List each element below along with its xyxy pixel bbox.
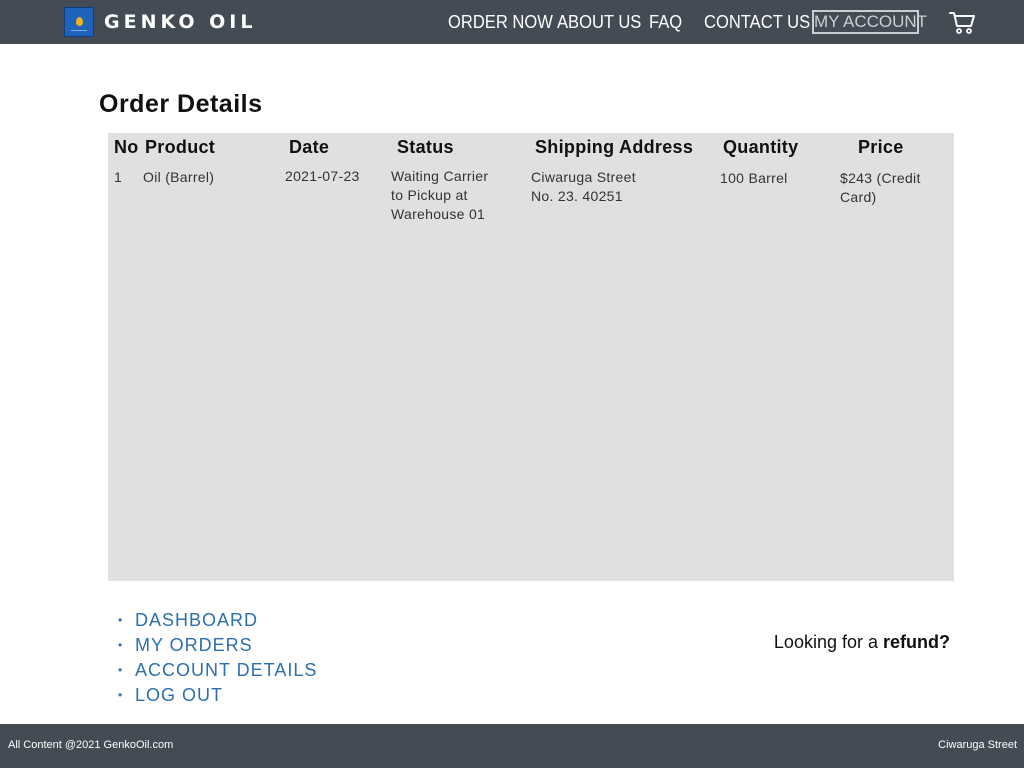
refund-prefix: Looking for a [773,632,883,652]
order-table: No Product Date Status Shipping Address … [108,133,954,581]
cell-shipping-address: Ciwaruga Street No. 23. 40251 [531,169,636,204]
nav-contact-us[interactable]: CONTACT US [704,10,810,34]
nav-faq[interactable]: FAQ [649,10,682,34]
menu-item-label: ACCOUNT DETAILS [135,660,318,680]
column-header-price: Price [858,137,904,157]
page-title: Order Details [99,90,263,118]
bullet-icon: • [118,613,123,627]
menu-item-account-details[interactable]: • ACCOUNT DETAILS [118,658,317,683]
footer-address: Ciwaruga Street [938,739,1017,751]
refund-prompt: Looking for a refund? [774,629,950,655]
bullet-icon: • [118,688,123,702]
column-header-product: Product [145,137,216,157]
nav-my-account[interactable]: MY ACCOUNT [812,10,927,34]
oil-drop-icon [76,17,83,26]
cell-product: Oil (Barrel) [143,169,215,185]
menu-item-label: LOG OUT [135,685,224,705]
column-header-date: Date [289,137,330,157]
refund-link[interactable]: refund? [883,632,950,652]
column-header-shipping-address: Shipping Address [535,137,694,157]
menu-item-dashboard[interactable]: • DASHBOARD [118,608,317,633]
logo-underline [71,30,87,31]
cell-quantity: 100 Barrel [720,170,788,186]
column-header-quantity: Quantity [723,137,799,157]
column-header-no: No [114,137,139,157]
footer: All Content @2021 GenkoOil.com Ciwaruga … [0,724,1024,768]
menu-item-log-out[interactable]: • LOG OUT [118,683,317,708]
bullet-icon: • [118,663,123,677]
top-header: GENKO OIL ORDER NOW ABOUT US FAQ CONTACT… [0,0,1024,44]
menu-item-label: MY ORDERS [135,635,253,655]
cell-no: 1 [114,169,123,185]
menu-item-label: DASHBOARD [135,610,259,630]
logo[interactable] [64,7,94,37]
cell-status: Waiting Carrier to Pickup at Warehouse 0… [391,168,489,222]
bullet-icon: • [118,638,123,652]
shopping-cart-icon[interactable] [948,10,976,36]
nav-order-now[interactable]: ORDER NOW [448,10,553,34]
cell-date: 2021-07-23 [285,168,360,184]
nav-about-us[interactable]: ABOUT US [557,10,641,34]
footer-copyright: All Content @2021 GenkoOil.com [8,739,174,751]
menu-item-my-orders[interactable]: • MY ORDERS [118,633,317,658]
column-header-status: Status [397,137,454,157]
cell-price: $243 (Credit Card) [840,170,921,205]
account-menu: • DASHBOARD • MY ORDERS • ACCOUNT DETAILS •… [118,608,317,708]
brand-name[interactable]: GENKO OIL [104,10,256,34]
